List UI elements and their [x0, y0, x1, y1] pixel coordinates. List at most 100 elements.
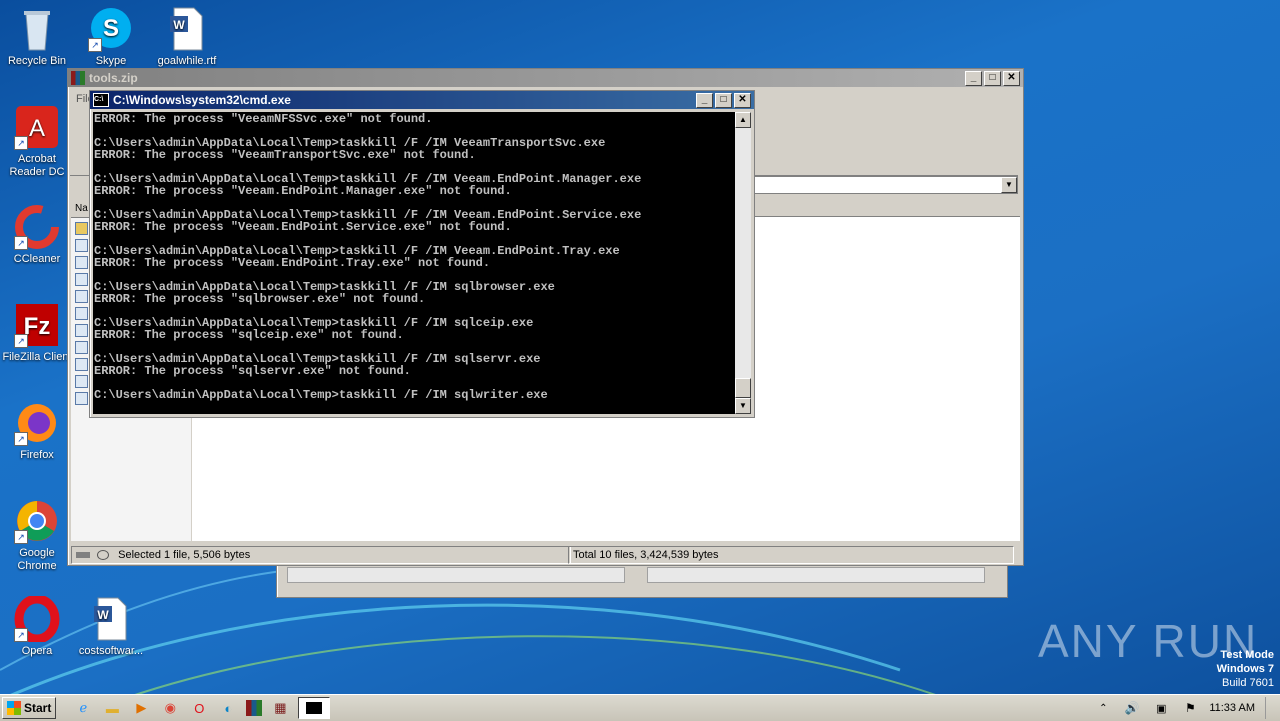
- recycle-bin-icon: [14, 6, 60, 52]
- firefox-icon: ↗: [14, 400, 60, 446]
- clock[interactable]: 11:33 AM: [1209, 702, 1255, 714]
- winrar-taskbar-icon[interactable]: [246, 700, 263, 716]
- file-row-icon: [75, 273, 88, 286]
- cmd-app-icon: C:\: [93, 93, 109, 107]
- ie-icon[interactable]: ℯ: [72, 698, 94, 718]
- console-output[interactable]: ERROR: The process "VeeamNFSSvc.exe" not…: [93, 112, 735, 414]
- desktop-icon-costsoftware[interactable]: W costsoftwar...: [74, 596, 148, 658]
- opera-taskbar-icon[interactable]: O: [188, 698, 210, 718]
- network-icon[interactable]: ▣: [1150, 698, 1172, 718]
- cmd-taskbar-icon[interactable]: [298, 697, 331, 719]
- horizontal-scrollbar-left[interactable]: [287, 567, 625, 583]
- desktop-icon-label: Skype: [95, 55, 127, 67]
- vertical-scrollbar[interactable]: ▲ ▼: [735, 112, 751, 414]
- file-row-icon: [75, 290, 88, 303]
- file-list-header: [752, 201, 1020, 217]
- cmd-titlebar[interactable]: C:\ C:\Windows\system32\cmd.exe _ □ ✕: [90, 91, 754, 109]
- scroll-down-arrow-icon[interactable]: ▼: [735, 398, 751, 414]
- word-document-icon: W: [88, 596, 134, 642]
- volume-icon[interactable]: 🔊: [1121, 698, 1143, 718]
- desktop-icon-firefox[interactable]: ↗ Firefox: [0, 400, 74, 462]
- desktop-icon-label: Recycle Bin: [7, 55, 67, 67]
- file-row-icon: [75, 375, 88, 388]
- chrome-taskbar-icon[interactable]: ◉: [159, 698, 181, 718]
- shortcut-arrow-icon: ↗: [14, 628, 28, 642]
- shortcut-arrow-icon: ↗: [14, 432, 28, 446]
- winrar-titlebar[interactable]: tools.zip _ □ ✕: [68, 69, 1023, 87]
- edge-icon[interactable]: ◐: [217, 698, 239, 718]
- desktop-icon-label: Opera: [21, 645, 53, 657]
- desktop-icon-label: CCleaner: [13, 253, 61, 265]
- explorer-folder-icon[interactable]: ▬: [101, 698, 123, 718]
- desktop-icon-filezilla[interactable]: Fz ↗ FileZilla Client: [0, 302, 74, 364]
- desktop-icon-label: FileZilla Client: [2, 351, 72, 363]
- maximize-button[interactable]: □: [715, 92, 732, 108]
- action-center-flag-icon[interactable]: ⚑: [1179, 698, 1201, 718]
- winrar-app-icon: [71, 71, 85, 85]
- desktop-icon-label: goalwhile.rtf: [157, 55, 217, 67]
- svg-text:A: A: [29, 115, 45, 142]
- file-row-icon: [75, 324, 88, 337]
- file-row-icon: [75, 307, 88, 320]
- window-title: tools.zip: [89, 71, 138, 85]
- word-document-icon: W: [164, 6, 210, 52]
- taskbar: Start ℯ ▬ ▶ ◉ O ◐ ▦ ⌃ 🔊 ▣ ⚑ 11:33 AM: [0, 694, 1280, 721]
- minimize-button[interactable]: _: [965, 70, 982, 86]
- test-mode-text: Test Mode Windows 7 Build 7601: [1217, 648, 1274, 690]
- maximize-button[interactable]: □: [984, 70, 1001, 86]
- desktop-icon-skype[interactable]: S ↗ Skype: [74, 6, 148, 68]
- start-button[interactable]: Start: [2, 697, 57, 719]
- address-combobox[interactable]: ▼: [754, 176, 1018, 194]
- file-row-icon: [75, 222, 88, 235]
- ccleaner-icon: ↗: [14, 204, 60, 250]
- acrobat-icon: A ↗: [14, 104, 60, 150]
- test-mode-line3: Build 7601: [1222, 677, 1274, 689]
- file-row-icon: [75, 256, 88, 269]
- status-left-text: Selected 1 file, 5,506 bytes: [118, 549, 251, 561]
- svg-text:W: W: [97, 608, 109, 622]
- chrome-icon: ↗: [14, 498, 60, 544]
- desktop-icon-recycle-bin[interactable]: Recycle Bin: [0, 6, 74, 68]
- task-manager-icon[interactable]: ▦: [269, 698, 291, 718]
- svg-text:S: S: [103, 15, 119, 42]
- shortcut-arrow-icon: ↗: [14, 236, 28, 250]
- close-button[interactable]: ✕: [1003, 70, 1020, 86]
- horizontal-scrollbar-right[interactable]: [647, 567, 985, 583]
- desktop-icon-ccleaner[interactable]: ↗ CCleaner: [0, 204, 74, 266]
- file-row-icon: [75, 392, 88, 405]
- windows-logo-icon: [7, 701, 21, 715]
- opera-icon: ↗: [14, 594, 60, 644]
- show-desktop-button[interactable]: [1265, 697, 1278, 719]
- scroll-up-arrow-icon[interactable]: ▲: [735, 112, 751, 128]
- status-right-text: Total 10 files, 3,424,539 bytes: [573, 549, 719, 561]
- desktop-icon-label: Acrobat Reader DC: [9, 153, 65, 178]
- chevron-down-icon[interactable]: ▼: [1001, 177, 1017, 193]
- filezilla-icon: Fz ↗: [14, 302, 60, 348]
- desktop-icon-label: Firefox: [20, 449, 54, 461]
- desktop-icon-opera[interactable]: ↗ Opera: [0, 594, 74, 658]
- shortcut-arrow-icon: ↗: [14, 136, 28, 150]
- desktop-icon-label: Google Chrome: [17, 547, 57, 572]
- start-label: Start: [24, 701, 52, 715]
- skype-icon: S ↗: [88, 6, 134, 52]
- test-mode-line2: Windows 7: [1216, 663, 1274, 675]
- desktop-icon-goalwhile[interactable]: W goalwhile.rtf: [150, 6, 224, 68]
- desktop-icon-acrobat[interactable]: A ↗ Acrobat Reader DC: [0, 104, 74, 179]
- status-selected: Selected 1 file, 5,506 bytes: [71, 546, 571, 564]
- minimize-button[interactable]: _: [696, 92, 713, 108]
- svg-text:W: W: [173, 18, 185, 32]
- drive-icon: [76, 552, 90, 559]
- status-total: Total 10 files, 3,424,539 bytes: [568, 546, 1014, 564]
- shortcut-arrow-icon: ↗: [14, 334, 28, 348]
- scroll-thumb[interactable]: [735, 378, 751, 398]
- desktop-icon-label: costsoftwar...: [78, 645, 144, 657]
- cmd-window[interactable]: C:\ C:\Windows\system32\cmd.exe _ □ ✕ ER…: [89, 90, 755, 418]
- media-player-icon[interactable]: ▶: [130, 698, 152, 718]
- file-row-icon: [75, 341, 88, 354]
- console-text: ERROR: The process "VeeamNFSSvc.exe" not…: [94, 112, 642, 402]
- file-row-icon: [75, 239, 88, 252]
- tray-show-hidden-icon[interactable]: ⌃: [1092, 698, 1114, 718]
- window-title: C:\Windows\system32\cmd.exe: [113, 93, 291, 107]
- desktop-icon-chrome[interactable]: ↗ Google Chrome: [0, 498, 74, 573]
- close-button[interactable]: ✕: [734, 92, 751, 108]
